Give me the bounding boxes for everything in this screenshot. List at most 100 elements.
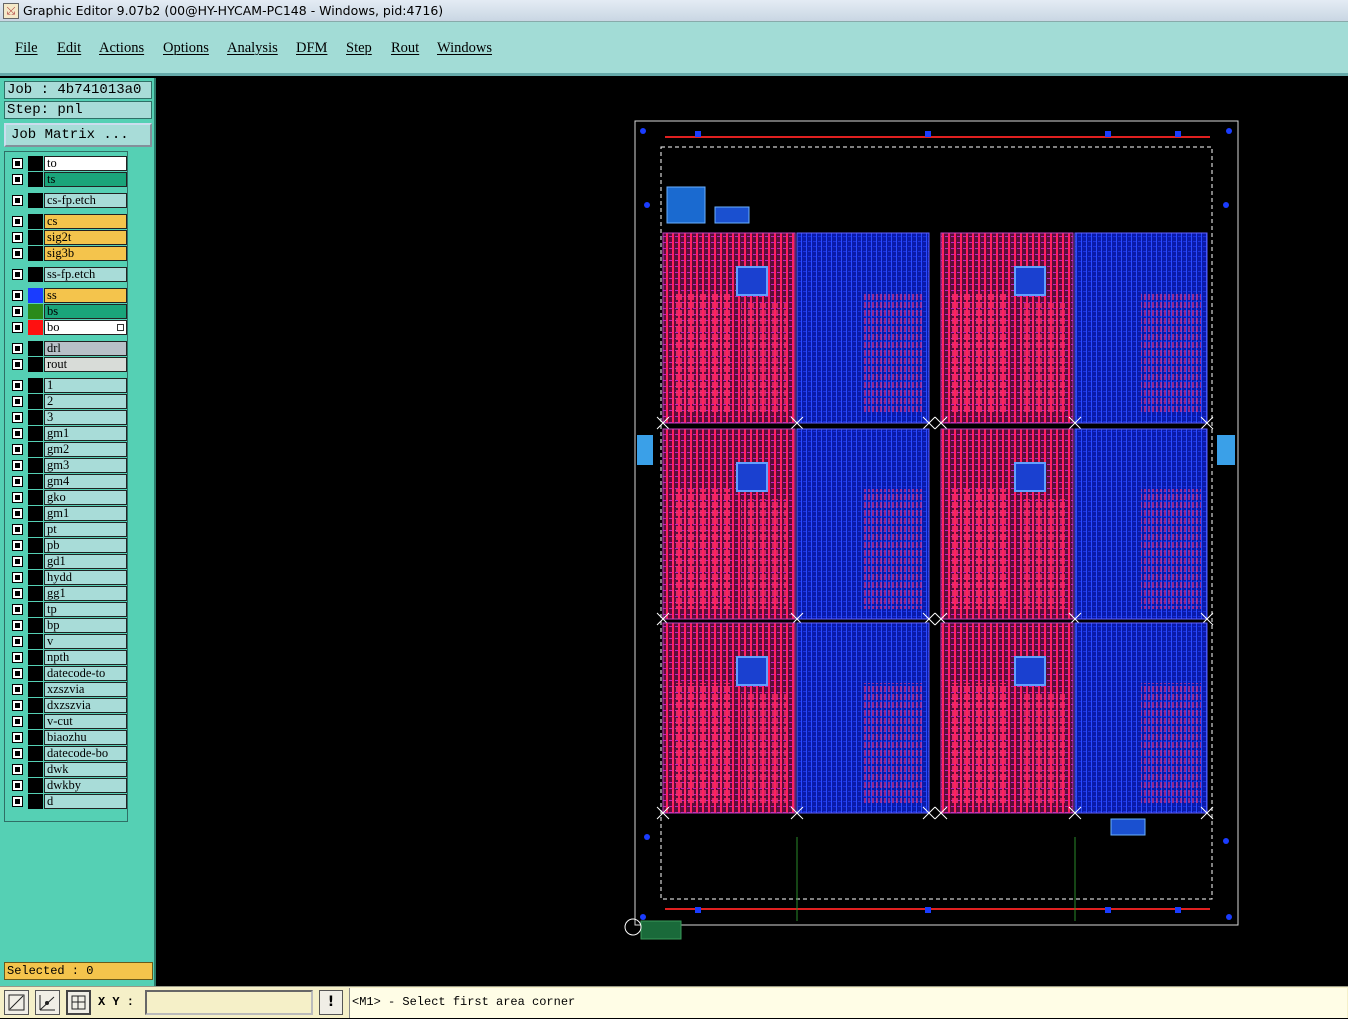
layer-row[interactable]: 3: [9, 410, 127, 425]
menu-windows[interactable]: Windows: [437, 40, 492, 57]
layer-name[interactable]: cs: [44, 214, 127, 229]
layer-name[interactable]: gm2: [44, 442, 127, 457]
layer-checkbox[interactable]: [12, 764, 23, 775]
layer-color-swatch[interactable]: [28, 394, 43, 409]
layer-color-swatch[interactable]: [28, 778, 43, 793]
layer-row[interactable]: gm1: [9, 426, 127, 441]
layer-name[interactable]: gm4: [44, 474, 127, 489]
menu-rout[interactable]: Rout: [391, 40, 419, 57]
layer-row[interactable]: dwkby: [9, 778, 127, 793]
layer-color-swatch[interactable]: [28, 522, 43, 537]
menu-step[interactable]: Step: [346, 40, 372, 57]
menu-edit[interactable]: Edit: [57, 40, 81, 57]
layer-row[interactable]: datecode-bo: [9, 746, 127, 761]
layer-row[interactable]: gd1: [9, 554, 127, 569]
layer-color-swatch[interactable]: [28, 746, 43, 761]
layer-name[interactable]: gm1: [44, 506, 127, 521]
layer-color-swatch[interactable]: [28, 554, 43, 569]
menu-options[interactable]: Options: [163, 40, 209, 57]
warning-icon[interactable]: !: [319, 990, 343, 1015]
layer-checkbox[interactable]: [12, 732, 23, 743]
layer-name[interactable]: pt: [44, 522, 127, 537]
layer-checkbox[interactable]: [12, 322, 23, 333]
layer-checkbox[interactable]: [12, 460, 23, 471]
layer-checkbox[interactable]: [12, 343, 23, 354]
layer-color-swatch[interactable]: [28, 666, 43, 681]
layer-checkbox[interactable]: [12, 174, 23, 185]
layer-row[interactable]: bs: [9, 304, 127, 319]
layer-name[interactable]: biaozhu: [44, 730, 127, 745]
layer-color-swatch[interactable]: [28, 538, 43, 553]
layer-row[interactable]: xzszvia: [9, 682, 127, 697]
layer-color-swatch[interactable]: [28, 602, 43, 617]
layer-name[interactable]: bs: [44, 304, 127, 319]
layer-row[interactable]: 2: [9, 394, 127, 409]
layer-checkbox[interactable]: [12, 636, 23, 647]
layer-row[interactable]: npth: [9, 650, 127, 665]
layer-name[interactable]: v-cut: [44, 714, 127, 729]
layer-row[interactable]: ss-fp.etch: [9, 267, 127, 282]
layer-row[interactable]: bo: [9, 320, 127, 335]
menu-file[interactable]: File: [15, 40, 38, 57]
zoom-area-icon[interactable]: [4, 990, 29, 1015]
layer-checkbox[interactable]: [12, 306, 23, 317]
layer-name[interactable]: 3: [44, 410, 127, 425]
layer-color-swatch[interactable]: [28, 156, 43, 171]
layer-color-swatch[interactable]: [28, 172, 43, 187]
layer-color-swatch[interactable]: [28, 320, 43, 335]
layer-checkbox[interactable]: [12, 412, 23, 423]
layer-name[interactable]: tp: [44, 602, 127, 617]
layer-row[interactable]: pt: [9, 522, 127, 537]
layer-checkbox[interactable]: [12, 444, 23, 455]
layer-name[interactable]: 2: [44, 394, 127, 409]
layer-color-swatch[interactable]: [28, 230, 43, 245]
layer-name[interactable]: sig2t: [44, 230, 127, 245]
layer-row[interactable]: gm3: [9, 458, 127, 473]
snap-icon[interactable]: [35, 990, 60, 1015]
layer-color-swatch[interactable]: [28, 378, 43, 393]
layer-name[interactable]: 1: [44, 378, 127, 393]
layer-color-swatch[interactable]: [28, 714, 43, 729]
layer-row[interactable]: biaozhu: [9, 730, 127, 745]
layer-name[interactable]: npth: [44, 650, 127, 665]
layer-name[interactable]: gg1: [44, 586, 127, 601]
layer-row[interactable]: tp: [9, 602, 127, 617]
layer-color-swatch[interactable]: [28, 193, 43, 208]
layer-name[interactable]: ss-fp.etch: [44, 267, 127, 282]
layer-row[interactable]: sig2t: [9, 230, 127, 245]
layer-color-swatch[interactable]: [28, 341, 43, 356]
layer-checkbox[interactable]: [12, 158, 23, 169]
layer-color-swatch[interactable]: [28, 618, 43, 633]
layer-checkbox[interactable]: [12, 780, 23, 791]
layer-color-swatch[interactable]: [28, 762, 43, 777]
layer-checkbox[interactable]: [12, 524, 23, 535]
layer-checkbox[interactable]: [12, 668, 23, 679]
layer-row[interactable]: cs-fp.etch: [9, 193, 127, 208]
layer-name[interactable]: cs-fp.etch: [44, 193, 127, 208]
layer-checkbox[interactable]: [12, 359, 23, 370]
layer-checkbox[interactable]: [12, 508, 23, 519]
layer-color-swatch[interactable]: [28, 506, 43, 521]
layer-checkbox[interactable]: [12, 684, 23, 695]
layer-checkbox[interactable]: [12, 572, 23, 583]
layer-name[interactable]: gko: [44, 490, 127, 505]
layer-color-swatch[interactable]: [28, 288, 43, 303]
layer-row[interactable]: ts: [9, 172, 127, 187]
layer-row[interactable]: ss: [9, 288, 127, 303]
layer-name[interactable]: ss: [44, 288, 127, 303]
layer-checkbox[interactable]: [12, 476, 23, 487]
layer-name[interactable]: ts: [44, 172, 127, 187]
grid-icon[interactable]: [66, 990, 91, 1015]
layer-color-swatch[interactable]: [28, 357, 43, 372]
layer-row[interactable]: dwk: [9, 762, 127, 777]
layer-name[interactable]: bo: [44, 320, 127, 335]
layer-checkbox[interactable]: [12, 269, 23, 280]
layer-row[interactable]: bp: [9, 618, 127, 633]
layer-color-swatch[interactable]: [28, 586, 43, 601]
layer-row[interactable]: 1: [9, 378, 127, 393]
layer-name[interactable]: rout: [44, 357, 127, 372]
menu-dfm[interactable]: DFM: [296, 40, 327, 57]
layer-checkbox[interactable]: [12, 796, 23, 807]
layer-name[interactable]: gm1: [44, 426, 127, 441]
layer-row[interactable]: cs: [9, 214, 127, 229]
